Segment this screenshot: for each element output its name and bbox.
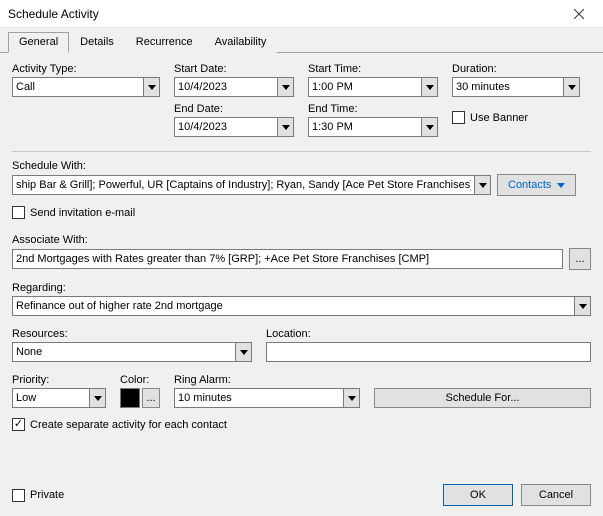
- end-time-label: End Time:: [308, 103, 438, 115]
- window-title: Schedule Activity: [8, 7, 559, 21]
- close-icon: [574, 9, 584, 19]
- dialog-footer: Private OK Cancel: [12, 484, 591, 506]
- end-time-select[interactable]: [308, 117, 438, 137]
- tab-availability[interactable]: Availability: [204, 32, 278, 53]
- resources-value[interactable]: [12, 342, 235, 362]
- associate-with-value[interactable]: [12, 249, 563, 269]
- private-label: Private: [30, 489, 64, 501]
- use-banner-checkbox[interactable]: Use Banner: [452, 111, 580, 124]
- use-banner-label: Use Banner: [470, 112, 528, 124]
- schedule-activity-dialog: Schedule Activity General Details Recurr…: [0, 0, 603, 516]
- duration-label: Duration:: [452, 63, 580, 75]
- contacts-button-label: Contacts: [508, 179, 551, 191]
- duration-select[interactable]: [452, 77, 580, 97]
- tab-recurrence[interactable]: Recurrence: [125, 32, 204, 53]
- chevron-down-icon[interactable]: [143, 77, 160, 97]
- tab-content: Activity Type: Start Date: End Date:: [0, 53, 603, 441]
- activity-type-value[interactable]: [12, 77, 143, 97]
- checkbox-icon: [12, 489, 25, 502]
- title-bar: Schedule Activity: [0, 0, 603, 28]
- regarding-value[interactable]: [12, 296, 574, 316]
- start-time-select[interactable]: [308, 77, 438, 97]
- private-checkbox[interactable]: Private: [12, 489, 64, 502]
- create-separate-checkbox[interactable]: Create separate activity for each contac…: [12, 418, 227, 431]
- start-date-value[interactable]: [174, 77, 277, 97]
- associate-with-label: Associate With:: [12, 234, 591, 246]
- color-label: Color:: [120, 374, 160, 386]
- chevron-down-icon[interactable]: [277, 77, 294, 97]
- ring-alarm-value[interactable]: [174, 388, 343, 408]
- end-date-label: End Date:: [174, 103, 294, 115]
- duration-value[interactable]: [452, 77, 563, 97]
- tab-details[interactable]: Details: [69, 32, 125, 53]
- chevron-down-icon: [557, 183, 565, 188]
- regarding-select[interactable]: [12, 296, 591, 316]
- chevron-down-icon[interactable]: [235, 342, 252, 362]
- end-time-value[interactable]: [308, 117, 421, 137]
- checkbox-icon: [452, 111, 465, 124]
- end-date-value[interactable]: [174, 117, 277, 137]
- chevron-down-icon[interactable]: [474, 175, 491, 195]
- contacts-button[interactable]: Contacts: [497, 174, 576, 196]
- color-browse-button[interactable]: ...: [142, 388, 160, 408]
- resources-select[interactable]: [12, 342, 252, 362]
- chevron-down-icon[interactable]: [421, 77, 438, 97]
- start-date-select[interactable]: [174, 77, 294, 97]
- start-time-value[interactable]: [308, 77, 421, 97]
- associate-with-browse-button[interactable]: ...: [569, 248, 591, 270]
- chevron-down-icon[interactable]: [421, 117, 438, 137]
- ring-alarm-select[interactable]: [174, 388, 360, 408]
- create-separate-label: Create separate activity for each contac…: [30, 419, 227, 431]
- chevron-down-icon[interactable]: [563, 77, 580, 97]
- location-input[interactable]: [266, 342, 591, 362]
- send-invitation-checkbox[interactable]: Send invitation e-mail: [12, 206, 135, 219]
- ok-button[interactable]: OK: [443, 484, 513, 506]
- priority-select[interactable]: [12, 388, 106, 408]
- schedule-for-button[interactable]: Schedule For...: [374, 388, 591, 408]
- resources-label: Resources:: [12, 328, 252, 340]
- chevron-down-icon[interactable]: [89, 388, 106, 408]
- color-swatch[interactable]: [120, 388, 140, 408]
- activity-type-select[interactable]: [12, 77, 160, 97]
- regarding-label: Regarding:: [12, 282, 591, 294]
- ring-alarm-label: Ring Alarm:: [174, 374, 360, 386]
- divider: [12, 151, 591, 152]
- schedule-with-select[interactable]: [12, 175, 491, 195]
- tab-strip: General Details Recurrence Availability: [0, 28, 603, 53]
- priority-value[interactable]: [12, 388, 89, 408]
- checkbox-icon: [12, 206, 25, 219]
- activity-type-label: Activity Type:: [12, 63, 160, 75]
- cancel-button[interactable]: Cancel: [521, 484, 591, 506]
- start-time-label: Start Time:: [308, 63, 438, 75]
- schedule-with-label: Schedule With:: [12, 160, 591, 172]
- tab-general[interactable]: General: [8, 32, 69, 53]
- chevron-down-icon[interactable]: [277, 117, 294, 137]
- chevron-down-icon[interactable]: [343, 388, 360, 408]
- checkbox-icon: [12, 418, 25, 431]
- priority-label: Priority:: [12, 374, 106, 386]
- location-label: Location:: [266, 328, 591, 340]
- close-button[interactable]: [559, 2, 599, 26]
- send-invitation-label: Send invitation e-mail: [30, 207, 135, 219]
- schedule-with-value[interactable]: [12, 175, 474, 195]
- start-date-label: Start Date:: [174, 63, 294, 75]
- end-date-select[interactable]: [174, 117, 294, 137]
- chevron-down-icon[interactable]: [574, 296, 591, 316]
